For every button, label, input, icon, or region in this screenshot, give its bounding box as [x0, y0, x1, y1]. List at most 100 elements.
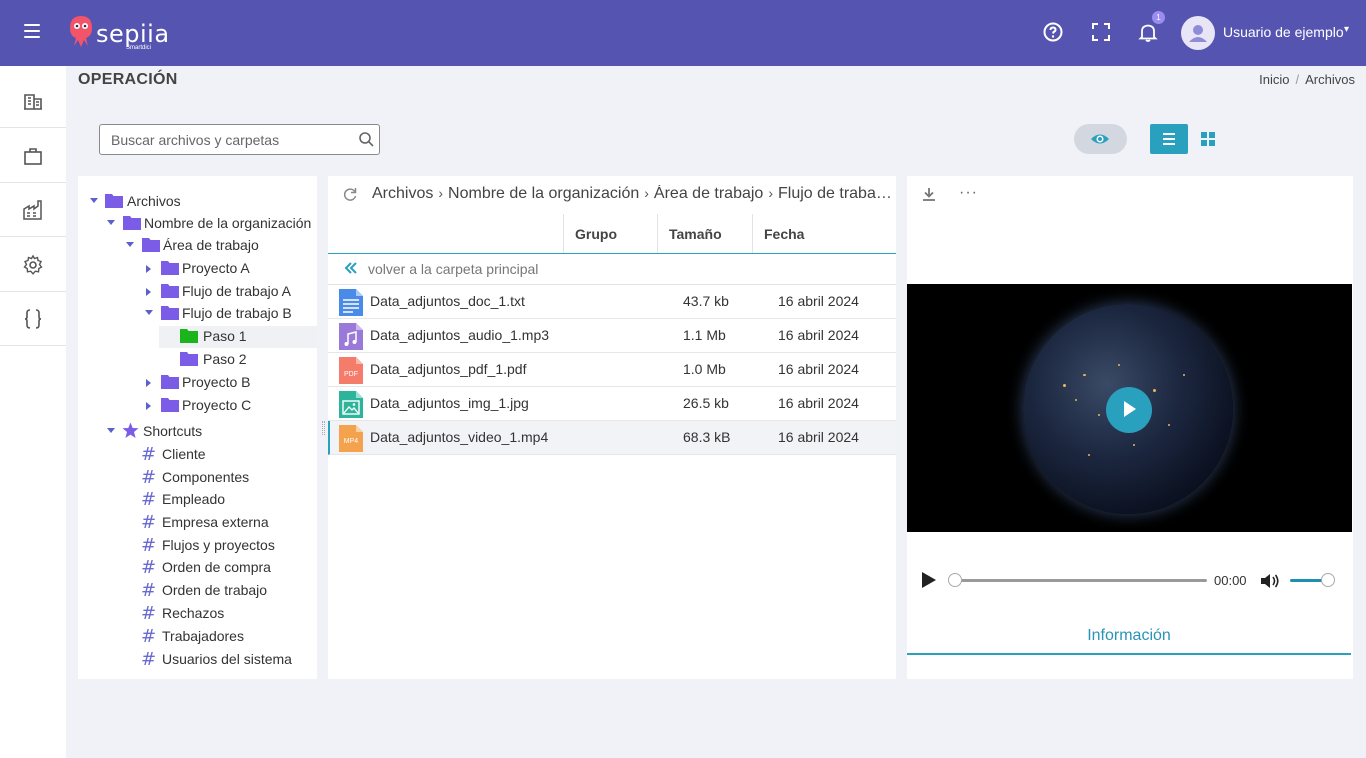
help-icon[interactable] [1041, 20, 1065, 44]
tree-label: Proyecto C [182, 397, 252, 413]
fullscreen-icon[interactable] [1089, 20, 1113, 44]
caret-right-icon[interactable] [146, 288, 151, 296]
preview-panel: ··· 00:00 Información [907, 176, 1353, 679]
pdf-file-icon: PDF [339, 357, 363, 384]
rail-item-building[interactable] [0, 74, 66, 128]
file-size: 1.1 Mb [683, 327, 726, 343]
preview-toggle[interactable] [1074, 124, 1127, 154]
tree-label: Paso 2 [203, 351, 247, 367]
search-input[interactable] [100, 125, 350, 154]
play-overlay-button[interactable] [1106, 387, 1152, 433]
logo-text: sepiia [96, 20, 170, 48]
table-row-selected[interactable]: MP4 Data_adjuntos_video_1.mp4 68.3 kB 16… [328, 421, 896, 455]
hash-icon: # [141, 467, 157, 488]
chevron-right-icon: › [644, 185, 649, 201]
breadcrumb-current: Archivos [1305, 72, 1355, 87]
eye-icon [1091, 134, 1109, 144]
folder-icon [105, 194, 123, 208]
file-size: 1.0 Mb [683, 361, 726, 377]
tree-label: Proyecto B [182, 374, 251, 390]
caret-right-icon[interactable] [146, 379, 151, 387]
volume-handle[interactable] [1321, 573, 1335, 587]
file-date: 16 abril 2024 [778, 361, 859, 377]
chevron-down-icon[interactable]: ▾ [1344, 24, 1349, 35]
rail-item-settings[interactable] [0, 238, 66, 292]
video-player[interactable] [907, 284, 1352, 532]
volume-icon[interactable] [1260, 572, 1280, 590]
path-segment[interactable]: Área de trabajo [654, 185, 763, 202]
caret-down-icon[interactable] [107, 220, 115, 225]
path-segment[interactable]: Flujo de trabajo B [778, 185, 892, 202]
file-size: 26.5 kb [683, 395, 729, 411]
refresh-icon[interactable] [342, 186, 358, 202]
panel-splitter[interactable] [322, 421, 325, 435]
seek-handle[interactable] [948, 573, 962, 587]
search-box [99, 124, 380, 155]
shortcut-label: Flujos y proyectos [162, 537, 275, 553]
factory-icon [23, 200, 42, 220]
back-to-parent[interactable]: volver a la carpeta principal [328, 254, 896, 285]
grid-view-button[interactable] [1194, 124, 1222, 154]
column-tamano[interactable]: Tamaño [657, 214, 752, 253]
caret-down-icon[interactable] [126, 242, 134, 247]
folder-icon [142, 238, 160, 252]
seek-bar[interactable] [954, 579, 1207, 582]
caret-right-icon[interactable] [146, 265, 151, 273]
rail-item-factory[interactable] [0, 183, 66, 237]
shortcut-label: Trabajadores [162, 628, 244, 644]
page-title: OPERACIÓN [78, 71, 178, 88]
tab-informacion[interactable]: Información [907, 622, 1351, 655]
table-row[interactable]: Data_adjuntos_audio_1.mp3 1.1 Mb 16 abri… [328, 319, 896, 353]
caret-down-icon[interactable] [145, 310, 153, 315]
file-name: Data_adjuntos_video_1.mp4 [370, 429, 549, 445]
image-file-icon [339, 391, 363, 418]
chevron-right-icon: › [768, 185, 773, 201]
hash-icon: # [141, 603, 157, 624]
caret-right-icon[interactable] [146, 402, 151, 410]
tree-label: Shortcuts [143, 423, 203, 439]
hash-icon: # [141, 580, 157, 601]
table-row[interactable]: Data_adjuntos_img_1.jpg 26.5 kb 16 abril… [328, 387, 896, 421]
rail-item-code[interactable] [0, 292, 66, 346]
braces-icon [24, 309, 42, 329]
time-display: 00:00 [1214, 573, 1247, 588]
file-name: Data_adjuntos_audio_1.mp3 [370, 327, 550, 343]
double-chevron-left-icon [344, 262, 357, 274]
table-row[interactable]: Data_adjuntos_doc_1.txt 43.7 kb 16 abril… [328, 285, 896, 319]
user-name[interactable]: Usuario de ejemplo [1223, 24, 1344, 40]
notification-badge: 1 [1152, 11, 1165, 24]
folder-icon [161, 306, 179, 320]
shortcut-label: Empleado [162, 491, 226, 507]
list-icon [1163, 133, 1175, 145]
hash-icon: # [141, 626, 157, 647]
more-options-icon[interactable]: ··· [959, 184, 978, 202]
download-icon[interactable] [921, 186, 937, 202]
shortcut-label: Rechazos [162, 605, 225, 621]
caret-down-icon[interactable] [90, 198, 98, 203]
shortcut-label: Orden de trabajo [162, 582, 268, 598]
list-view-button[interactable] [1150, 124, 1188, 154]
search-icon[interactable] [358, 131, 375, 148]
text-file-icon [339, 289, 363, 316]
play-icon[interactable] [921, 571, 937, 589]
sepiia-logo[interactable]: sepiia Smartdici [66, 14, 169, 54]
tree-label: Área de trabajo [163, 237, 259, 253]
star-icon [122, 422, 139, 438]
video-file-icon: MP4 [339, 425, 363, 452]
table-row[interactable]: PDF Data_adjuntos_pdf_1.pdf 1.0 Mb 16 ab… [328, 353, 896, 387]
user-avatar-icon[interactable] [1181, 16, 1215, 50]
path-segment[interactable]: Archivos [372, 185, 433, 202]
file-list-panel: Archivos › Nombre de la organización › Área … [328, 176, 896, 679]
folder-icon [161, 261, 179, 275]
path-segment[interactable]: Nombre de la organización [448, 185, 639, 202]
tree-label: Flujo de trabajo B [182, 305, 292, 321]
column-fecha[interactable]: Fecha [752, 214, 896, 253]
breadcrumb-separator: / [1295, 72, 1300, 87]
menu-icon[interactable] [24, 24, 40, 40]
breadcrumb: Inicio / Archivos [1259, 72, 1355, 87]
column-grupo[interactable]: Grupo [563, 214, 657, 253]
video-controls: 00:00 [907, 566, 1352, 596]
caret-down-icon[interactable] [107, 428, 115, 433]
breadcrumb-home[interactable]: Inicio [1259, 72, 1289, 87]
rail-item-briefcase[interactable] [0, 129, 66, 183]
